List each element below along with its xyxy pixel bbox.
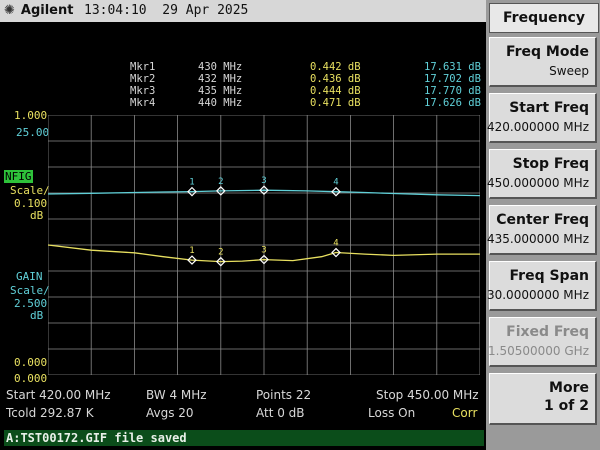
center-freq-softkey[interactable]: Center Freq 435.000000 MHz [486, 205, 597, 255]
marker-row: Mkr1 430 MHz 0.442 dB 17.631 dB [0, 61, 486, 73]
marker-name: Mkr2 [130, 73, 156, 85]
marker-nf-value: 0.444 dB [310, 85, 361, 97]
marker-number-label: 4 [333, 239, 338, 249]
more-softkey[interactable]: More 1 of 2 [489, 373, 597, 425]
nf-scale-label: Scale/ [10, 184, 50, 197]
nf-reference-value: 25.00 [16, 126, 50, 139]
marker-number-label: 2 [218, 248, 223, 258]
correction-status: Corr [452, 406, 478, 420]
trace-plot: 1 1 2 2 3 3 4 4 [48, 115, 480, 375]
bandwidth: BW 4 MHz [146, 388, 207, 402]
menu-title: Frequency [489, 3, 599, 33]
marker-name: Mkr3 [130, 85, 156, 97]
command-line-text: A:TST00172.GIF file saved [4, 430, 484, 446]
marker-table: Mkr1 430 MHz 0.442 dB 17.631 dB Mkr2 432… [0, 58, 486, 109]
marker-nf-value: 0.442 dB [310, 61, 361, 73]
status-bar: Start 420.00 MHz BW 4 MHz Points 22 Stop… [0, 384, 486, 426]
nf-bottom-value: 0.000 [14, 356, 48, 369]
marker-gain-value: 17.631 dB [424, 61, 481, 73]
marker-row: Mkr4 440 MHz 0.471 dB 17.626 dB [0, 97, 486, 109]
nfig-tag: NFIG [4, 170, 33, 183]
softkey-label: Freq Span [509, 268, 589, 284]
date-value: 29 Apr 2025 [162, 3, 249, 18]
marker-nf-value: 0.436 dB [310, 73, 361, 85]
marker-number-label: 4 [333, 178, 338, 188]
gain-scale-label: Scale/ [10, 284, 50, 297]
title-bar: ✺ Agilent 13:04:10 29 Apr 2025 [0, 0, 486, 22]
points: Points 22 [256, 388, 312, 402]
marker-number-label: 3 [261, 246, 266, 256]
softkey-label: Stop Freq [512, 156, 589, 172]
softkey-value: 435.000000 MHz [486, 232, 589, 246]
start-frequency: Start 420.00 MHz [6, 388, 111, 402]
marker-number-label: 1 [189, 246, 194, 256]
marker-gain-value: 17.702 dB [424, 73, 481, 85]
freq-mode-softkey[interactable]: Freq Mode Sweep [489, 37, 597, 87]
nf-top-value: 1.000 [14, 109, 48, 122]
marker-name: Mkr1 [130, 61, 156, 73]
start-freq-softkey[interactable]: Start Freq 420.000000 MHz [486, 93, 597, 143]
brand-name: Agilent [20, 3, 74, 18]
marker-number-label: 3 [261, 176, 266, 186]
softkey-label: More [549, 380, 589, 396]
time-value: 13:04:10 [84, 3, 147, 18]
softkey-label: Start Freq [509, 100, 589, 116]
sparkle-icon: ✺ [4, 3, 15, 18]
softkey-value: 420.000000 MHz [486, 120, 589, 134]
fixed-freq-softkey[interactable]: Fixed Freq 1.50500000 GHz [488, 317, 597, 367]
marker-gain-value: 17.770 dB [424, 85, 481, 97]
marker-row: Mkr3 435 MHz 0.444 dB 17.770 dB [0, 85, 486, 97]
stop-freq-softkey[interactable]: Stop Freq 450.000000 MHz [486, 149, 597, 199]
command-line: A:TST00172.GIF file saved [0, 428, 486, 450]
marker-frequency: 440 MHz [198, 97, 243, 109]
loss-status: Loss On [368, 406, 416, 420]
marker-frequency: 432 MHz [198, 73, 243, 85]
measurement-screen: Mkr1 430 MHz 0.442 dB 17.631 dB Mkr2 432… [0, 58, 486, 426]
marker-gain-value: 17.626 dB [424, 97, 481, 109]
softkey-panel: Frequency Freq Mode Sweep Start Freq 420… [486, 0, 600, 450]
marker-nf-value: 0.471 dB [310, 97, 361, 109]
softkey-value: 1.50500000 GHz [488, 344, 589, 358]
nf-unit: dB [30, 209, 44, 222]
marker-frequency: 435 MHz [198, 85, 243, 97]
softkey-value: 450.000000 MHz [486, 176, 589, 190]
freq-span-softkey[interactable]: Freq Span 30.0000000 MHz [486, 261, 597, 311]
attenuation: Att 0 dB [256, 406, 305, 420]
softkey-value: 30.0000000 MHz [486, 288, 589, 302]
marker-number-label: 2 [218, 177, 223, 187]
marker-frequency: 430 MHz [198, 61, 243, 73]
softkey-value: Sweep [549, 64, 589, 78]
marker-name: Mkr4 [130, 97, 156, 109]
marker-number-label: 1 [189, 178, 194, 188]
agilent-logo: ✺ Agilent [4, 3, 73, 18]
softkey-label: Freq Mode [505, 44, 589, 60]
gain-tag: GAIN [16, 270, 43, 283]
averages: Avgs 20 [146, 406, 194, 420]
softkey-label: Fixed Freq [506, 324, 589, 340]
tcold: Tcold 292.87 K [6, 406, 94, 420]
marker-row: Mkr2 432 MHz 0.436 dB 17.702 dB [0, 73, 486, 85]
clock: 13:04:10 29 Apr 2025 [84, 3, 248, 18]
stop-frequency: Stop 450.00 MHz [376, 388, 479, 402]
softkey-value: 1 of 2 [544, 398, 589, 414]
message-area [4, 26, 480, 56]
softkey-label: Center Freq [496, 212, 589, 228]
gain-unit: dB [30, 309, 44, 322]
